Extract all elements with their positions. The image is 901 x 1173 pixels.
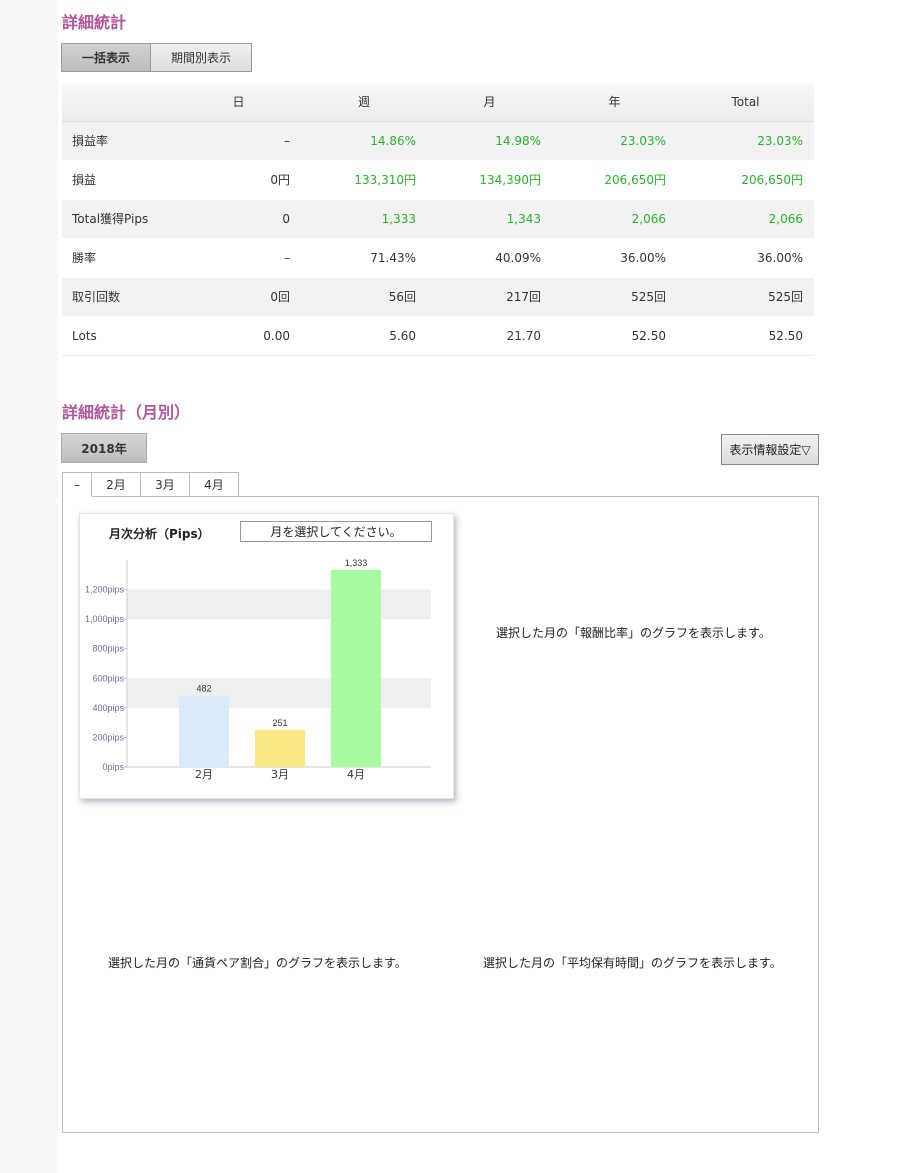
bar-3月 [255, 729, 305, 767]
cell-value: 21.70 [427, 316, 552, 356]
cell-value: 5.60 [301, 316, 427, 356]
cell-value: 2,066 [677, 199, 814, 239]
grid-band [127, 678, 431, 708]
cell-value: – [176, 121, 301, 161]
table-row: 勝率 – 71.43% 40.09% 36.00% 36.00% [62, 238, 814, 278]
y-tick-label: 200pips [92, 732, 124, 742]
tab-month-mar[interactable]: 3月 [141, 472, 190, 497]
y-tick-label: 0pips [102, 762, 124, 772]
cell-value: 23.03% [552, 121, 677, 161]
cell-value: 71.43% [301, 238, 427, 278]
x-tick-label: 4月 [347, 768, 365, 781]
x-tick-label: 2月 [195, 768, 213, 781]
table-row: 取引回数 0回 56回 217回 525回 525回 [62, 277, 814, 317]
tab-month-apr[interactable]: 4月 [190, 472, 239, 497]
reward-ratio-note: 選択した月の「報酬比率」のグラフを表示します。 [496, 626, 771, 640]
cell-value: 36.00% [677, 238, 814, 278]
currency-pair-note: 選択した月の「通貨ペア割合」のグラフを表示します。 [108, 956, 407, 970]
y-tick-label: 600pips [92, 673, 124, 683]
cell-value: 217回 [427, 277, 552, 317]
row-label: Total獲得Pips [62, 199, 176, 239]
cell-value: 1,343 [427, 199, 552, 239]
cell-value: 36.00% [552, 238, 677, 278]
header-day: 日 [176, 83, 301, 122]
cell-value: 14.86% [301, 121, 427, 161]
cell-value: 14.98% [427, 121, 552, 161]
cell-value: 2,066 [552, 199, 677, 239]
row-label: 損益 [62, 160, 176, 200]
cell-value: 52.50 [677, 316, 814, 356]
view-mode-tabs: 一括表示 期間別表示 [61, 43, 252, 72]
table-row: Total獲得Pips 0 1,333 1,343 2,066 2,066 [62, 199, 814, 239]
row-label: Lots [62, 316, 176, 356]
cell-value: 133,310円 [301, 160, 427, 200]
cell-value: 206,650円 [677, 160, 814, 200]
cell-value: 525回 [552, 277, 677, 317]
row-label: 取引回数 [62, 277, 176, 317]
cell-value: 134,390円 [427, 160, 552, 200]
table-row: Lots 0.00 5.60 21.70 52.50 52.50 [62, 316, 814, 356]
section-title-stats: 詳細統計 [62, 13, 127, 32]
tab-bulk-view[interactable]: 一括表示 [61, 43, 151, 72]
bar-4月 [331, 569, 381, 767]
row-label: 勝率 [62, 238, 176, 278]
header-month: 月 [427, 83, 552, 122]
cell-value: 525回 [677, 277, 814, 317]
cell-value: 23.03% [677, 121, 814, 161]
bar-2月 [179, 695, 229, 767]
y-tick-label: 1,000pips [85, 614, 125, 624]
holding-time-note: 選択した月の「平均保有時間」のグラフを表示します。 [483, 956, 782, 970]
y-tick-label: 1,200pips [85, 585, 125, 595]
stats-header-row: 日 週 月 年 Total [62, 83, 814, 122]
table-row: 損益 0円 133,310円 134,390円 206,650円 206,650… [62, 160, 814, 200]
cell-value: 1,333 [301, 199, 427, 239]
cell-value: 0円 [176, 160, 301, 200]
bar-value-label: 1,333 [345, 558, 368, 568]
cell-value: – [176, 238, 301, 278]
cell-value: 0 [176, 199, 301, 239]
header-total: Total [677, 83, 814, 122]
header-label [62, 83, 176, 122]
tab-month-none[interactable]: – [62, 472, 92, 497]
stats-table: 日 週 月 年 Total 損益率 – 14.86% 14.98% 23.03%… [62, 83, 814, 356]
cell-value: 56回 [301, 277, 427, 317]
y-tick-label: 400pips [92, 703, 124, 713]
monthly-pips-chart-card: 月次分析（Pips） 月を選択してください。 0pips 200pips 400pi… [79, 513, 454, 799]
cell-value: 52.50 [552, 316, 677, 356]
table-row: 損益率 – 14.86% 14.98% 23.03% 23.03% [62, 121, 814, 161]
grid-band [127, 589, 431, 620]
bar-value-label: 482 [196, 684, 211, 694]
tab-month-feb[interactable]: 2月 [92, 472, 141, 497]
cell-value: 40.09% [427, 238, 552, 278]
month-tabs: – 2月 3月 4月 [62, 472, 239, 497]
cell-value: 0回 [176, 277, 301, 317]
year-label[interactable]: 2018年 [61, 433, 147, 463]
y-tick-label: 800pips [92, 644, 124, 654]
bar-value-label: 251 [272, 718, 287, 728]
cell-value: 0.00 [176, 316, 301, 356]
display-settings-button[interactable]: 表示情報設定▽ [721, 434, 819, 465]
header-year: 年 [552, 83, 677, 122]
tab-period-view[interactable]: 期間別表示 [151, 43, 252, 72]
section-title-monthly: 詳細統計（月別） [62, 403, 191, 422]
monthly-pips-chart: 0pips 200pips 400pips 600pips 800pips 1,000pi… [85, 558, 431, 781]
x-tick-label: 3月 [271, 768, 289, 781]
row-label: 損益率 [62, 121, 176, 161]
cell-value: 206,650円 [552, 160, 677, 200]
header-week: 週 [301, 83, 427, 122]
